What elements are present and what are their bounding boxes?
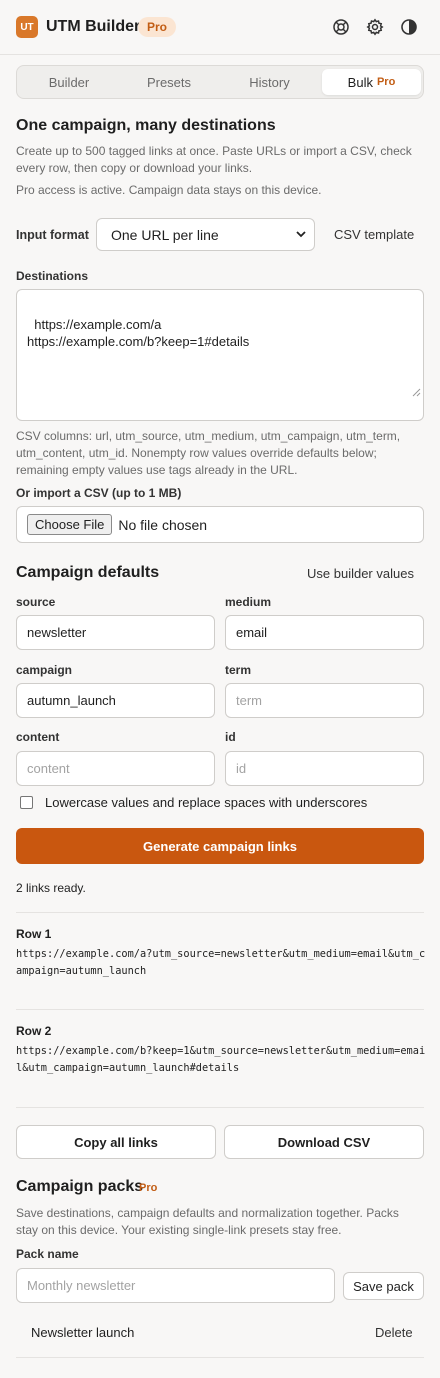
destinations-label: Destinations (16, 269, 89, 283)
tab-label: Builder (48, 74, 90, 90)
term-label: term (225, 663, 252, 677)
choose-file-button[interactable]: Choose File (27, 514, 113, 535)
save-pack-button[interactable]: Save pack (343, 1272, 424, 1300)
tab-label: History (249, 74, 290, 90)
normalize-checkbox[interactable] (20, 796, 33, 809)
file-status: No file chosen (118, 516, 208, 533)
input-format-label: Input format (16, 228, 89, 242)
app-title: UTM Builder (46, 18, 141, 35)
term-input[interactable]: term (225, 683, 424, 718)
packs-heading: Campaign packs (16, 1178, 144, 1195)
contrast-icon[interactable] (399, 17, 419, 37)
pack-item-name[interactable]: Newsletter launch (31, 1325, 134, 1340)
divider (16, 1107, 424, 1108)
content-label: content (16, 730, 60, 744)
use-builder-values-button[interactable]: Use builder values (307, 566, 414, 581)
gear-icon[interactable] (365, 17, 385, 37)
pack-name-label: Pack name (16, 1247, 79, 1261)
medium-label: medium (225, 595, 272, 609)
result-row-url[interactable]: https://example.com/a?utm_source=newslet… (16, 946, 426, 980)
copy-all-links-button[interactable]: Copy all links (16, 1125, 216, 1159)
generate-links-button[interactable]: Generate campaign links (16, 828, 424, 864)
input-format-select[interactable]: One URL per line (96, 218, 315, 251)
pro-note: Pro access is active. Campaign data stay… (16, 183, 322, 197)
divider (16, 1357, 424, 1358)
pro-badge: Pro (138, 17, 177, 37)
csv-file-input[interactable]: Choose File No file chosen (16, 506, 424, 543)
id-input[interactable]: id (225, 751, 424, 786)
defaults-heading: Campaign defaults (16, 564, 160, 581)
csv-template-button[interactable]: CSV template (334, 227, 414, 242)
content-input[interactable]: content (16, 751, 215, 786)
delete-pack-button[interactable]: Delete (375, 1325, 413, 1340)
normalize-label[interactable]: Lowercase values and replace spaces with… (45, 795, 367, 810)
help-icon[interactable] (331, 17, 351, 37)
tab-label: Presets (146, 74, 192, 90)
packs-description: Save destinations, campaign defaults and… (16, 1206, 399, 1237)
source-label: source (16, 595, 56, 609)
tab-label: Bulk (347, 74, 373, 90)
tab-pro-badge: Pro (376, 76, 396, 88)
chevron-down-icon (294, 227, 308, 244)
bulk-heading: One campaign, many destinations (16, 117, 276, 134)
tab-builder[interactable]: Builder (20, 69, 118, 95)
campaign-label: campaign (16, 663, 73, 677)
tab-presets[interactable]: Presets (120, 69, 218, 95)
app-logo: UT (16, 16, 38, 38)
textarea-value: https://example.com/a https://example.co… (27, 317, 250, 349)
divider (16, 912, 424, 913)
pack-name-input[interactable]: Monthly newsletter (16, 1268, 335, 1303)
tab-history[interactable]: History (220, 69, 319, 95)
campaign-input[interactable]: autumn_launch (16, 683, 215, 718)
medium-input[interactable]: email (225, 615, 424, 650)
csv-help-text: CSV columns: url, utm_source, utm_medium… (16, 429, 401, 477)
id-label: id (225, 730, 236, 744)
resize-handle-icon[interactable] (398, 367, 421, 418)
tab-bar: Builder Presets History Bulk Pro (16, 65, 424, 99)
packs-pro-badge: Pro (139, 1182, 158, 1194)
result-row-title: Row 1 (16, 927, 52, 941)
divider (16, 1009, 424, 1010)
bulk-description: Create up to 500 tagged links at once. P… (16, 144, 412, 175)
source-input[interactable]: newsletter (16, 615, 215, 650)
destinations-textarea[interactable]: https://example.com/a https://example.co… (16, 289, 424, 421)
download-csv-button[interactable]: Download CSV (224, 1125, 424, 1159)
import-label: Or import a CSV (up to 1 MB) (16, 486, 182, 500)
result-row-title: Row 2 (16, 1024, 52, 1038)
select-value: One URL per line (111, 226, 219, 243)
links-status: 2 links ready. (16, 881, 86, 895)
result-row-url[interactable]: https://example.com/b?keep=1&utm_source=… (16, 1043, 426, 1077)
tab-bulk[interactable]: Bulk Pro (322, 69, 421, 95)
